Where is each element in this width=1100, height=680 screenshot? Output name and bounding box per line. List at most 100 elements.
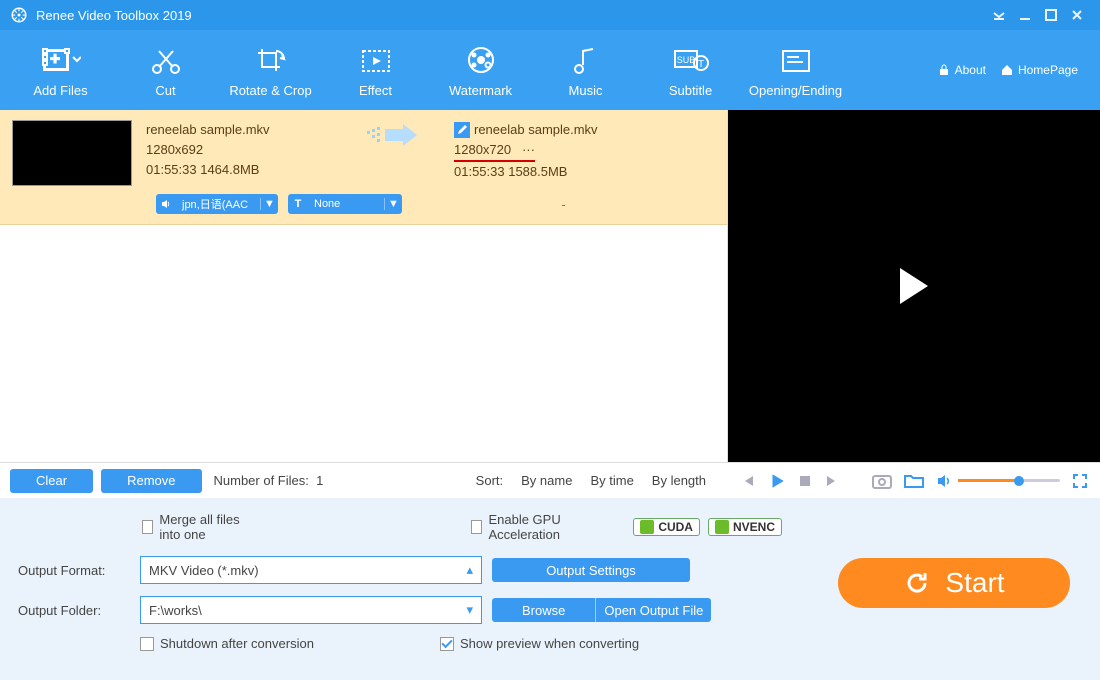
chevron-down-icon: ▾ (466, 602, 473, 618)
chevron-down-icon[interactable]: ▼ (384, 198, 402, 210)
clear-button[interactable]: Clear (10, 469, 93, 493)
output-format-label: Output Format: (18, 563, 130, 578)
output-folder-label: Output Folder: (18, 603, 130, 618)
app-logo-icon (10, 6, 28, 24)
main-toolbar: + Add Files Cut Rotate & Crop Effect Wat… (0, 30, 1100, 110)
opening-ending-button[interactable]: Opening/Ending (743, 30, 848, 110)
play-icon[interactable] (900, 268, 928, 304)
minimize-icon[interactable] (1012, 5, 1038, 25)
fullscreen-icon[interactable] (1072, 473, 1088, 489)
title-bar: Renee Video Toolbox 2019 (0, 0, 1100, 30)
svg-text:T: T (697, 59, 703, 70)
open-output-button[interactable]: Open Output File (596, 598, 711, 622)
output-panel: Merge all files into one Enable GPU Acce… (0, 498, 1100, 680)
remove-button[interactable]: Remove (101, 469, 201, 493)
chevron-up-icon: ▴ (466, 562, 473, 578)
volume-slider[interactable] (936, 473, 1060, 489)
dest-res-more[interactable]: ··· (522, 142, 535, 157)
sort-label: Sort: (476, 473, 503, 488)
rotate-crop-button[interactable]: Rotate & Crop (218, 30, 323, 110)
subtitle-icon: SUBT (673, 43, 709, 77)
subtitle-track-selector[interactable]: T None ▼ (288, 194, 402, 214)
camera-icon[interactable] (872, 473, 892, 489)
volume-icon[interactable] (936, 473, 952, 489)
toolbar-label: Opening/Ending (749, 83, 842, 98)
subtitle-track-label: None (308, 198, 384, 210)
effect-icon (359, 43, 393, 77)
dropdown-icon[interactable] (986, 5, 1012, 25)
refresh-icon (903, 569, 931, 597)
source-resolution: 1280x692 (146, 140, 336, 160)
text-icon: T (288, 198, 308, 210)
stop-icon[interactable] (798, 474, 812, 488)
file-list: reneelab sample.mkv 1280x692 01:55:33 14… (0, 110, 728, 462)
file-item[interactable]: reneelab sample.mkv 1280x692 01:55:33 14… (0, 110, 727, 225)
output-format-value: MKV Video (*.mkv) (149, 563, 259, 578)
add-files-button[interactable]: + Add Files (8, 30, 113, 110)
audio-track-label: jpn,日语(AAC (176, 196, 260, 212)
list-footer: Clear Remove Number of Files: 1 Sort: By… (0, 462, 728, 498)
dest-meta: 01:55:33 1588.5MB (454, 162, 715, 182)
arrow-icon (350, 120, 440, 150)
source-meta: 01:55:33 1464.8MB (146, 160, 336, 180)
show-preview-checkbox[interactable]: Show preview when converting (440, 636, 639, 651)
folder-icon[interactable] (904, 473, 924, 489)
output-format-select[interactable]: MKV Video (*.mkv) ▴ (140, 556, 482, 584)
preview-controls (728, 462, 1100, 498)
output-folder-value: F:\works\ (149, 603, 202, 618)
about-link[interactable]: About (937, 63, 986, 77)
source-filename: reneelab sample.mkv (146, 120, 336, 140)
dest-info: reneelab sample.mkv 1280x720 ··· 01:55:3… (454, 120, 715, 182)
nvenc-badge: NVENC (708, 518, 782, 536)
toolbar-label: Add Files (33, 83, 87, 98)
start-label: Start (945, 567, 1004, 599)
sort-by-length[interactable]: By length (652, 473, 706, 488)
maximize-icon[interactable] (1038, 5, 1064, 25)
toolbar-label: Subtitle (669, 83, 712, 98)
output-folder-select[interactable]: F:\works\ ▾ (140, 596, 482, 624)
toolbar-label: Rotate & Crop (229, 83, 311, 98)
dest-filename: reneelab sample.mkv (474, 120, 598, 140)
video-preview[interactable] (728, 110, 1100, 462)
music-button[interactable]: Music (533, 30, 638, 110)
cuda-badge: CUDA (633, 518, 700, 536)
toolbar-label: Music (569, 83, 603, 98)
add-files-icon: + (41, 43, 81, 77)
play-button-icon[interactable] (768, 472, 786, 490)
prev-icon[interactable] (740, 473, 756, 489)
home-icon (1000, 63, 1014, 77)
shutdown-checkbox[interactable]: Shutdown after conversion (140, 636, 314, 651)
watermark-button[interactable]: Watermark (428, 30, 533, 110)
merge-label: Merge all files into one (159, 512, 261, 542)
cut-button[interactable]: Cut (113, 30, 218, 110)
output-settings-button[interactable]: Output Settings (492, 558, 690, 582)
homepage-link[interactable]: HomePage (1000, 63, 1078, 77)
music-icon (569, 43, 603, 77)
toolbar-label: Effect (359, 83, 392, 98)
dest-resolution: 1280x720 (454, 142, 511, 157)
close-icon[interactable] (1064, 5, 1090, 25)
browse-button[interactable]: Browse (492, 598, 596, 622)
gpu-label: Enable GPU Acceleration (488, 512, 603, 542)
svg-text:+: + (50, 51, 59, 68)
sort-by-name[interactable]: By name (521, 473, 572, 488)
svg-text:SUB: SUB (676, 55, 695, 65)
show-preview-label: Show preview when converting (460, 636, 639, 651)
effect-button[interactable]: Effect (323, 30, 428, 110)
merge-checkbox[interactable]: Merge all files into one (142, 512, 261, 542)
watermark-icon (464, 43, 498, 77)
audio-track-selector[interactable]: jpn,日语(AAC ▼ (156, 194, 278, 214)
video-thumbnail (12, 120, 132, 186)
scissors-icon (149, 43, 183, 77)
chevron-down-icon[interactable]: ▼ (260, 198, 278, 210)
extra-info: - (412, 197, 715, 212)
gpu-checkbox[interactable]: Enable GPU Acceleration (471, 512, 603, 542)
sort-by-time[interactable]: By time (590, 473, 633, 488)
start-button[interactable]: Start (838, 558, 1070, 608)
subtitle-button[interactable]: SUBT Subtitle (638, 30, 743, 110)
homepage-label: HomePage (1018, 63, 1078, 77)
next-icon[interactable] (824, 473, 840, 489)
file-count-label: Number of Files: 1 (214, 473, 324, 488)
edit-icon[interactable] (454, 122, 470, 138)
shutdown-label: Shutdown after conversion (160, 636, 314, 651)
